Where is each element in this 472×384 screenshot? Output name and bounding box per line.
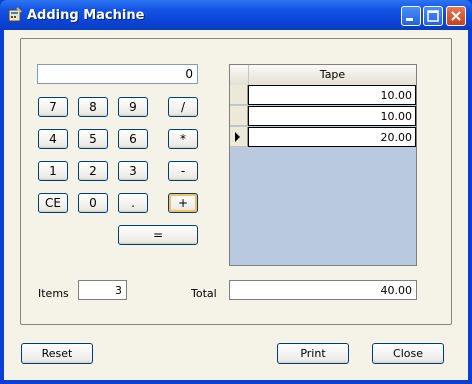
- print-button[interactable]: Print: [277, 343, 349, 364]
- tape-row[interactable]: 10.00: [230, 106, 416, 126]
- key-clear-entry[interactable]: CE: [38, 193, 68, 213]
- tape-cell[interactable]: 10.00: [248, 85, 416, 105]
- key-equals[interactable]: =: [118, 225, 198, 245]
- row-header[interactable]: [230, 127, 248, 147]
- key-subtract[interactable]: -: [168, 161, 198, 181]
- key-5[interactable]: 5: [78, 129, 108, 149]
- key-6[interactable]: 6: [118, 129, 148, 149]
- key-2[interactable]: 2: [78, 161, 108, 181]
- maximize-button[interactable]: [423, 6, 443, 26]
- items-count-field: 3: [78, 280, 127, 300]
- close-icon: [451, 11, 461, 21]
- calculator-app-icon: [8, 7, 22, 22]
- calculator-panel: 0 7 8 9 / 4 5 6 * 1 2 3 - CE 0 . + = Tap…: [20, 38, 452, 325]
- window-title: Adding Machine: [27, 8, 145, 23]
- key-decimal[interactable]: .: [118, 193, 148, 213]
- tape-column-header[interactable]: Tape: [249, 68, 416, 81]
- total-label: Total: [191, 287, 217, 300]
- row-header[interactable]: [230, 106, 248, 126]
- number-display[interactable]: 0: [37, 64, 198, 84]
- key-4[interactable]: 4: [38, 129, 68, 149]
- maximize-icon: [427, 10, 439, 22]
- tape-header: Tape: [230, 65, 416, 86]
- total-field: 40.00: [229, 280, 417, 300]
- tape-cell[interactable]: 20.00: [248, 127, 416, 147]
- tape-grid[interactable]: Tape 10.00 10.00 20.00: [229, 64, 417, 266]
- current-row-pointer-icon: [235, 132, 240, 142]
- key-add[interactable]: +: [168, 193, 198, 213]
- row-header[interactable]: [230, 85, 248, 105]
- close-button[interactable]: Close: [372, 343, 444, 364]
- key-0[interactable]: 0: [78, 193, 108, 213]
- key-7[interactable]: 7: [38, 97, 68, 117]
- key-divide[interactable]: /: [168, 97, 198, 117]
- minimize-icon: [406, 18, 413, 21]
- tape-cell[interactable]: 10.00: [248, 106, 416, 126]
- close-window-button[interactable]: [446, 6, 466, 26]
- tape-row[interactable]: 10.00: [230, 85, 416, 105]
- tape-row[interactable]: 20.00: [230, 127, 416, 147]
- key-9[interactable]: 9: [118, 97, 148, 117]
- key-1[interactable]: 1: [38, 161, 68, 181]
- title-bar[interactable]: Adding Machine: [0, 0, 472, 30]
- key-3[interactable]: 3: [118, 161, 148, 181]
- reset-button[interactable]: Reset: [21, 343, 93, 364]
- minimize-button[interactable]: [401, 6, 421, 26]
- items-label: Items: [38, 287, 69, 300]
- window-client-area: 0 7 8 9 / 4 5 6 * 1 2 3 - CE 0 . + = Tap…: [4, 30, 468, 380]
- adding-machine-window: Adding Machine 0 7 8 9 / 4 5 6 * 1 2 3 -…: [0, 0, 472, 384]
- tape-corner-cell: [230, 65, 249, 85]
- key-multiply[interactable]: *: [168, 129, 198, 149]
- key-8[interactable]: 8: [78, 97, 108, 117]
